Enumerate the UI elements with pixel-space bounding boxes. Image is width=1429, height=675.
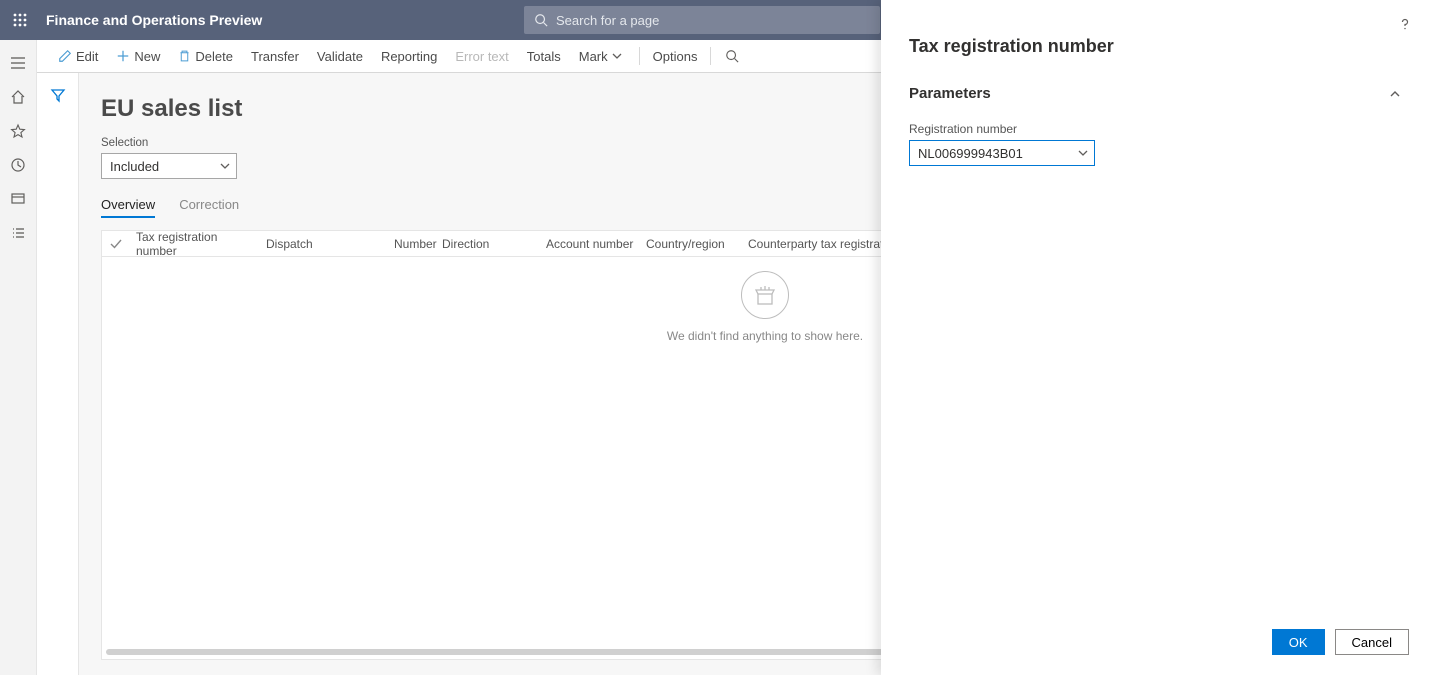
separator xyxy=(710,47,711,65)
new-label: New xyxy=(134,49,160,64)
delete-button[interactable]: Delete xyxy=(169,40,242,72)
tab-correction[interactable]: Correction xyxy=(179,197,239,218)
filter-icon[interactable] xyxy=(46,83,70,107)
col-country[interactable]: Country/region xyxy=(640,237,742,251)
separator xyxy=(639,47,640,65)
options-button[interactable]: Options xyxy=(644,40,707,72)
chevron-down-icon xyxy=(1078,148,1088,158)
filter-rail xyxy=(37,73,79,675)
pencil-icon xyxy=(58,49,72,63)
ok-button[interactable]: OK xyxy=(1272,629,1325,655)
chevron-down-icon xyxy=(612,51,622,61)
help-icon[interactable] xyxy=(1397,16,1413,32)
section-title: Parameters xyxy=(909,85,991,102)
nav-rail xyxy=(0,40,37,675)
cancel-button[interactable]: Cancel xyxy=(1335,629,1409,655)
selection-dropdown[interactable]: Included xyxy=(101,153,237,179)
empty-illustration-icon xyxy=(741,271,789,319)
favorites-icon[interactable] xyxy=(0,114,37,148)
mark-label: Mark xyxy=(579,49,608,64)
col-tax-reg[interactable]: Tax registration number xyxy=(130,230,260,258)
edit-label: Edit xyxy=(76,49,98,64)
select-all-checkbox[interactable] xyxy=(102,238,130,250)
app-launcher-icon[interactable] xyxy=(0,0,40,40)
col-account[interactable]: Account number xyxy=(540,237,640,251)
section-header[interactable]: Parameters xyxy=(909,85,1401,102)
panel-title: Tax registration number xyxy=(881,36,1429,57)
new-button[interactable]: New xyxy=(107,40,169,72)
chevron-down-icon xyxy=(220,161,230,171)
panel-footer: OK Cancel xyxy=(881,615,1429,675)
parameters-section: Parameters Registration number NL0069999… xyxy=(881,85,1429,166)
tab-overview[interactable]: Overview xyxy=(101,197,155,218)
registration-number-value: NL006999943B01 xyxy=(918,146,1023,161)
app-title: Finance and Operations Preview xyxy=(46,12,262,28)
col-direction[interactable]: Direction xyxy=(436,237,540,251)
plus-icon xyxy=(116,49,130,63)
page-search-button[interactable] xyxy=(715,49,749,63)
mark-dropdown[interactable]: Mark xyxy=(570,40,635,72)
delete-label: Delete xyxy=(195,49,233,64)
dialog-panel: Tax registration number Parameters Regis… xyxy=(881,0,1429,675)
hamburger-icon[interactable] xyxy=(0,46,37,80)
validate-button[interactable]: Validate xyxy=(308,40,372,72)
trash-icon xyxy=(178,49,191,63)
registration-number-label: Registration number xyxy=(909,122,1401,136)
col-number[interactable]: Number xyxy=(388,237,436,251)
reporting-button[interactable]: Reporting xyxy=(372,40,446,72)
empty-message: We didn't find anything to show here. xyxy=(667,329,863,343)
options-label: Options xyxy=(653,49,698,64)
totals-label: Totals xyxy=(527,49,561,64)
registration-number-dropdown[interactable]: NL006999943B01 xyxy=(909,140,1095,166)
transfer-label: Transfer xyxy=(251,49,299,64)
reporting-label: Reporting xyxy=(381,49,437,64)
totals-button[interactable]: Totals xyxy=(518,40,570,72)
search-placeholder: Search for a page xyxy=(556,13,659,28)
search-icon xyxy=(534,13,548,27)
search-icon xyxy=(725,49,739,63)
chevron-up-icon xyxy=(1389,88,1401,100)
error-text-label: Error text xyxy=(455,49,508,64)
modules-icon[interactable] xyxy=(0,216,37,250)
validate-label: Validate xyxy=(317,49,363,64)
checkmark-icon xyxy=(110,238,122,250)
workspace-icon[interactable] xyxy=(0,182,37,216)
global-search[interactable]: Search for a page xyxy=(524,6,880,34)
col-dispatch[interactable]: Dispatch xyxy=(260,237,388,251)
selection-value: Included xyxy=(110,159,159,174)
edit-button[interactable]: Edit xyxy=(49,40,107,72)
error-text-button: Error text xyxy=(446,40,517,72)
home-icon[interactable] xyxy=(0,80,37,114)
transfer-button[interactable]: Transfer xyxy=(242,40,308,72)
recent-icon[interactable] xyxy=(0,148,37,182)
